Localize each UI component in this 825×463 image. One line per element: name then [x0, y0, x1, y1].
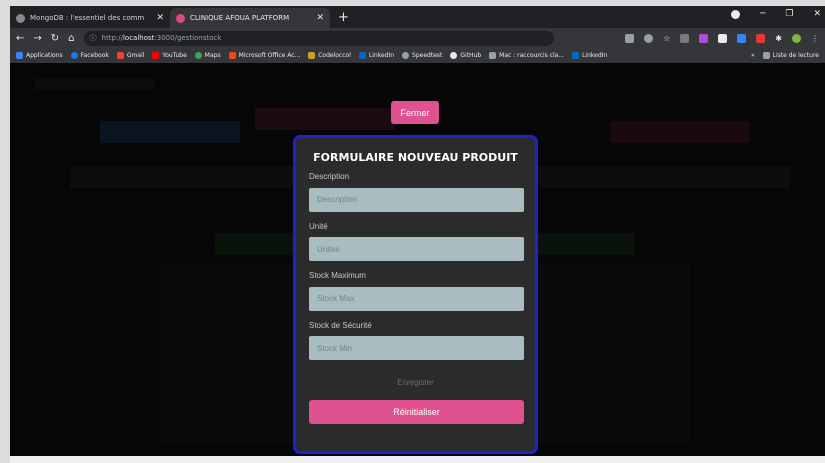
puzzle-icon[interactable]: ✱: [775, 34, 782, 43]
apps-icon: [16, 52, 23, 59]
form-title: FORMULAIRE NOUVEAU PRODUIT: [313, 151, 518, 164]
star-icon[interactable]: ☆: [663, 34, 670, 43]
reset-button[interactable]: Réinitialiser: [309, 400, 524, 424]
bookmark-youtube[interactable]: YouTube: [152, 52, 187, 59]
favicon-icon: [16, 13, 25, 23]
tab-mongodb[interactable]: MongoDB : l'essentiel des comm ✕: [10, 8, 170, 28]
url-host: localhost: [122, 34, 155, 42]
reload-icon[interactable]: ↻: [51, 33, 59, 44]
url-input[interactable]: ⓘ http://localhost:3000/gestionstock: [83, 30, 554, 46]
description-label: Description: [309, 172, 350, 181]
close-icon[interactable]: ✕: [316, 13, 324, 23]
address-bar: ← → ↻ ⌂ ⓘ http://localhost:3000/gestions…: [10, 28, 825, 48]
horizontal-scrollbar[interactable]: [10, 456, 825, 463]
bookmark-facebook[interactable]: Facebook: [70, 52, 109, 59]
bookmark-codeloccol[interactable]: Codeloccol: [308, 52, 351, 59]
background-button: [255, 108, 395, 130]
background-button: [610, 121, 750, 143]
reading-list-icon: [762, 52, 770, 59]
codeloccol-icon: [308, 52, 316, 59]
speedtest-icon: [402, 52, 410, 59]
favicon-icon: [176, 13, 185, 23]
facebook-icon: [70, 52, 78, 59]
tab-clinique[interactable]: CLINIQUE AFOUA PLATFORM ✕: [170, 8, 330, 28]
office-icon: [228, 52, 236, 59]
menu-icon[interactable]: ⋮: [811, 34, 819, 43]
bookmark-applications[interactable]: Applications: [16, 52, 63, 59]
extension-icon[interactable]: [756, 33, 766, 43]
github-icon: [450, 52, 458, 59]
home-icon[interactable]: ⌂: [68, 33, 74, 44]
close-window-icon[interactable]: ✕: [813, 9, 821, 19]
stock-max-input[interactable]: [309, 286, 524, 311]
zoom-icon[interactable]: [644, 33, 654, 43]
save-button[interactable]: Enregister: [309, 378, 522, 387]
unit-label: Unité: [309, 221, 328, 231]
browser-window: MongoDB : l'essentiel des comm ✕ CLINIQU…: [0, 0, 825, 463]
profile-icon[interactable]: [730, 9, 740, 19]
reading-list[interactable]: Liste de lecture: [762, 52, 819, 59]
window-controls: ─ ❐ ✕: [730, 9, 821, 19]
tab-title: CLINIQUE AFOUA PLATFORM: [190, 14, 290, 22]
url-path: :3000/gestionstock: [154, 34, 222, 42]
bookmark-maps[interactable]: Maps: [194, 52, 221, 59]
close-icon[interactable]: ✕: [156, 13, 164, 23]
bookmark-linkedin-2[interactable]: LinkedIn: [572, 52, 607, 59]
bookmark-mac[interactable]: Mac : raccourcis cla...: [489, 52, 564, 59]
avatar[interactable]: [792, 33, 801, 43]
new-tab-icon[interactable]: +: [338, 10, 349, 25]
extension-icon[interactable]: [680, 33, 690, 43]
background-header: [35, 78, 155, 90]
background-button: [100, 121, 240, 143]
description-input[interactable]: [309, 187, 524, 212]
new-product-form: FORMULAIRE NOUVEAU PRODUIT Description U…: [293, 135, 538, 454]
maximize-icon[interactable]: ❐: [785, 9, 793, 19]
bookmark-speedtest[interactable]: Speedtest: [402, 52, 442, 59]
bookmarks-bar: Applications Facebook Gmail YouTube Maps…: [10, 48, 825, 63]
maps-icon: [194, 52, 202, 59]
page-content: Fermer FORMULAIRE NOUVEAU PRODUIT Descri…: [10, 63, 825, 456]
gmail-icon: [116, 52, 124, 59]
stock-max-label: Stock Maximum: [309, 271, 366, 280]
bookmark-gmail[interactable]: Gmail: [116, 52, 144, 59]
back-icon[interactable]: ←: [16, 33, 24, 44]
linkedin-icon: [358, 52, 366, 59]
more-bookmarks-icon[interactable]: »: [751, 52, 755, 59]
extensions: ☆ ✱ ⋮: [625, 33, 819, 43]
linkedin-icon: [572, 52, 580, 59]
extension-icon[interactable]: [737, 33, 747, 43]
bookmark-office[interactable]: Microsoft Office Ac...: [228, 52, 300, 59]
apple-icon: [489, 52, 497, 59]
stock-min-label: Stock de Sécurité: [309, 320, 372, 330]
stock-min-input[interactable]: [309, 336, 524, 360]
minimize-icon[interactable]: ─: [760, 9, 765, 19]
url-scheme: http://: [101, 34, 123, 42]
bookmark-github[interactable]: GitHub: [450, 52, 481, 59]
tab-title: MongoDB : l'essentiel des comm: [30, 14, 145, 22]
close-button[interactable]: Fermer: [391, 101, 439, 124]
key-icon[interactable]: [625, 33, 635, 43]
info-icon: ⓘ: [89, 34, 97, 42]
extension-icon[interactable]: [718, 33, 728, 43]
forward-icon[interactable]: →: [33, 33, 41, 44]
bookmark-linkedin[interactable]: LinkedIn: [358, 52, 394, 59]
youtube-icon: [152, 52, 160, 59]
extension-icon[interactable]: [699, 33, 709, 43]
unit-input[interactable]: [309, 237, 524, 261]
tab-bar: MongoDB : l'essentiel des comm ✕ CLINIQU…: [10, 6, 825, 28]
